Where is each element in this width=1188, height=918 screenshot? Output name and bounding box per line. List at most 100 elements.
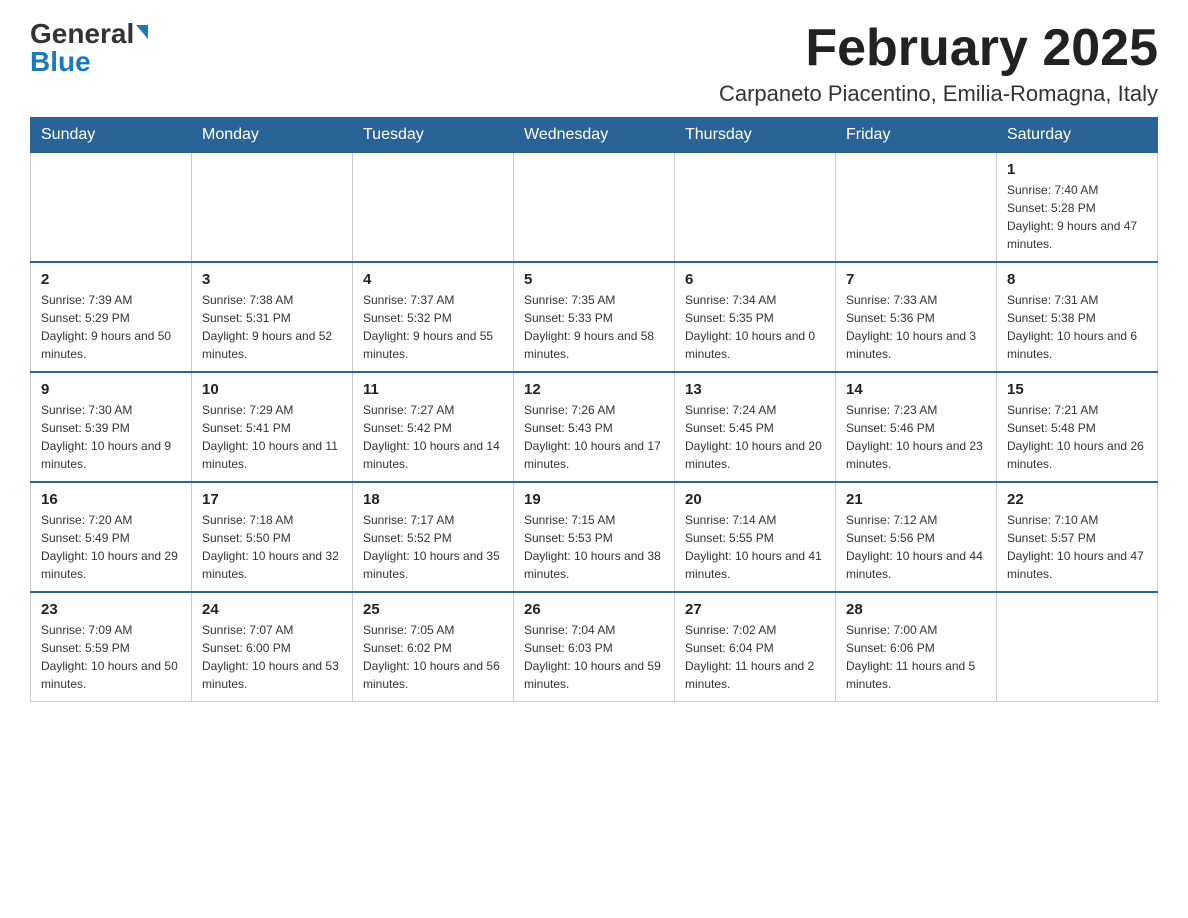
day-info: Sunrise: 7:00 AMSunset: 6:06 PMDaylight:…: [846, 621, 986, 693]
day-number: 14: [846, 381, 986, 398]
day-number: 5: [524, 271, 664, 288]
col-wednesday: Wednesday: [514, 118, 675, 153]
day-number: 13: [685, 381, 825, 398]
calendar-week-2: 2 Sunrise: 7:39 AMSunset: 5:29 PMDaylight…: [31, 262, 1158, 372]
logo-general-text: General: [30, 20, 134, 48]
day-number: 9: [41, 381, 181, 398]
day-info: Sunrise: 7:14 AMSunset: 5:55 PMDaylight:…: [685, 511, 825, 583]
table-cell: 12 Sunrise: 7:26 AMSunset: 5:43 PMDayligh…: [514, 372, 675, 482]
day-info: Sunrise: 7:17 AMSunset: 5:52 PMDaylight:…: [363, 511, 503, 583]
day-number: 26: [524, 601, 664, 618]
day-info: Sunrise: 7:40 AMSunset: 5:28 PMDaylight:…: [1007, 181, 1147, 253]
day-info: Sunrise: 7:35 AMSunset: 5:33 PMDaylight:…: [524, 291, 664, 363]
day-number: 23: [41, 601, 181, 618]
day-number: 12: [524, 381, 664, 398]
table-cell: 7 Sunrise: 7:33 AMSunset: 5:36 PMDaylight…: [836, 262, 997, 372]
day-number: 2: [41, 271, 181, 288]
col-friday: Friday: [836, 118, 997, 153]
day-number: 1: [1007, 161, 1147, 178]
day-info: Sunrise: 7:38 AMSunset: 5:31 PMDaylight:…: [202, 291, 342, 363]
day-info: Sunrise: 7:31 AMSunset: 5:38 PMDaylight:…: [1007, 291, 1147, 363]
table-cell: [192, 153, 353, 263]
col-sunday: Sunday: [31, 118, 192, 153]
day-number: 19: [524, 491, 664, 508]
day-number: 27: [685, 601, 825, 618]
day-number: 24: [202, 601, 342, 618]
table-cell: 27 Sunrise: 7:02 AMSunset: 6:04 PMDayligh…: [675, 592, 836, 702]
day-number: 4: [363, 271, 503, 288]
table-cell: 25Sunrise: 7:05 AMSunset: 6:02 PMDayligh…: [353, 592, 514, 702]
calendar-week-5: 23 Sunrise: 7:09 AMSunset: 5:59 PMDayligh…: [31, 592, 1158, 702]
table-cell: 26 Sunrise: 7:04 AMSunset: 6:03 PMDayligh…: [514, 592, 675, 702]
day-info: Sunrise: 7:07 AMSunset: 6:00 PMDaylight:…: [202, 621, 342, 693]
day-info: Sunrise: 7:24 AMSunset: 5:45 PMDaylight:…: [685, 401, 825, 473]
calendar-week-4: 16 Sunrise: 7:20 AMSunset: 5:49 PMDayligh…: [31, 482, 1158, 592]
day-info: Sunrise: 7:27 AMSunset: 5:42 PMDaylight:…: [363, 401, 503, 473]
day-info: Sunrise: 7:15 AMSunset: 5:53 PMDaylight:…: [524, 511, 664, 583]
table-cell: 2 Sunrise: 7:39 AMSunset: 5:29 PMDaylight…: [31, 262, 192, 372]
table-cell: 22 Sunrise: 7:10 AMSunset: 5:57 PMDayligh…: [997, 482, 1158, 592]
table-cell: 14Sunrise: 7:23 AMSunset: 5:46 PMDayligh…: [836, 372, 997, 482]
table-cell: 13 Sunrise: 7:24 AMSunset: 5:45 PMDayligh…: [675, 372, 836, 482]
table-cell: 28 Sunrise: 7:00 AMSunset: 6:06 PMDayligh…: [836, 592, 997, 702]
location-title: Carpaneto Piacentino, Emilia-Romagna, It…: [719, 81, 1158, 107]
table-cell: 4 Sunrise: 7:37 AMSunset: 5:32 PMDaylight…: [353, 262, 514, 372]
day-number: 22: [1007, 491, 1147, 508]
day-info: Sunrise: 7:20 AMSunset: 5:49 PMDaylight:…: [41, 511, 181, 583]
day-info: Sunrise: 7:30 AMSunset: 5:39 PMDaylight:…: [41, 401, 181, 473]
day-number: 20: [685, 491, 825, 508]
table-cell: 8Sunrise: 7:31 AMSunset: 5:38 PMDaylight…: [997, 262, 1158, 372]
table-cell: [997, 592, 1158, 702]
day-number: 10: [202, 381, 342, 398]
day-info: Sunrise: 7:18 AMSunset: 5:50 PMDaylight:…: [202, 511, 342, 583]
table-cell: 18 Sunrise: 7:17 AMSunset: 5:52 PMDayligh…: [353, 482, 514, 592]
day-info: Sunrise: 7:29 AMSunset: 5:41 PMDaylight:…: [202, 401, 342, 473]
table-cell: [514, 153, 675, 263]
day-number: 28: [846, 601, 986, 618]
day-number: 7: [846, 271, 986, 288]
table-cell: 9 Sunrise: 7:30 AMSunset: 5:39 PMDaylight…: [31, 372, 192, 482]
table-cell: 21Sunrise: 7:12 AMSunset: 5:56 PMDayligh…: [836, 482, 997, 592]
day-info: Sunrise: 7:12 AMSunset: 5:56 PMDaylight:…: [846, 511, 986, 583]
month-title: February 2025: [719, 20, 1158, 77]
day-info: Sunrise: 7:04 AMSunset: 6:03 PMDaylight:…: [524, 621, 664, 693]
day-info: Sunrise: 7:09 AMSunset: 5:59 PMDaylight:…: [41, 621, 181, 693]
logo: General Blue: [30, 20, 148, 76]
day-info: Sunrise: 7:05 AMSunset: 6:02 PMDaylight:…: [363, 621, 503, 693]
day-number: 3: [202, 271, 342, 288]
day-number: 6: [685, 271, 825, 288]
calendar-table: Sunday Monday Tuesday Wednesday Thursday…: [30, 117, 1158, 702]
day-number: 17: [202, 491, 342, 508]
table-cell: 23 Sunrise: 7:09 AMSunset: 5:59 PMDayligh…: [31, 592, 192, 702]
table-cell: 6Sunrise: 7:34 AMSunset: 5:35 PMDaylight…: [675, 262, 836, 372]
calendar-week-1: 1 Sunrise: 7:40 AMSunset: 5:28 PMDaylight…: [31, 153, 1158, 263]
table-cell: [836, 153, 997, 263]
table-cell: 5 Sunrise: 7:35 AMSunset: 5:33 PMDaylight…: [514, 262, 675, 372]
table-cell: [675, 153, 836, 263]
day-number: 18: [363, 491, 503, 508]
day-info: Sunrise: 7:10 AMSunset: 5:57 PMDaylight:…: [1007, 511, 1147, 583]
col-thursday: Thursday: [675, 118, 836, 153]
title-block: February 2025 Carpaneto Piacentino, Emil…: [719, 20, 1158, 107]
table-cell: 19 Sunrise: 7:15 AMSunset: 5:53 PMDayligh…: [514, 482, 675, 592]
table-cell: 17 Sunrise: 7:18 AMSunset: 5:50 PMDayligh…: [192, 482, 353, 592]
calendar-week-3: 9 Sunrise: 7:30 AMSunset: 5:39 PMDaylight…: [31, 372, 1158, 482]
day-info: Sunrise: 7:02 AMSunset: 6:04 PMDaylight:…: [685, 621, 825, 693]
day-info: Sunrise: 7:37 AMSunset: 5:32 PMDaylight:…: [363, 291, 503, 363]
day-number: 16: [41, 491, 181, 508]
table-cell: 1 Sunrise: 7:40 AMSunset: 5:28 PMDaylight…: [997, 153, 1158, 263]
day-info: Sunrise: 7:39 AMSunset: 5:29 PMDaylight:…: [41, 291, 181, 363]
day-info: Sunrise: 7:26 AMSunset: 5:43 PMDaylight:…: [524, 401, 664, 473]
table-cell: [31, 153, 192, 263]
logo-blue-text: Blue: [30, 48, 91, 76]
day-info: Sunrise: 7:33 AMSunset: 5:36 PMDaylight:…: [846, 291, 986, 363]
table-cell: 24 Sunrise: 7:07 AMSunset: 6:00 PMDayligh…: [192, 592, 353, 702]
calendar-header-row: Sunday Monday Tuesday Wednesday Thursday…: [31, 118, 1158, 153]
logo-arrow-icon: [136, 25, 148, 39]
page-header: General Blue February 2025 Carpaneto Pia…: [30, 20, 1158, 107]
day-info: Sunrise: 7:21 AMSunset: 5:48 PMDaylight:…: [1007, 401, 1147, 473]
table-cell: 3 Sunrise: 7:38 AMSunset: 5:31 PMDaylight…: [192, 262, 353, 372]
day-number: 15: [1007, 381, 1147, 398]
table-cell: 11 Sunrise: 7:27 AMSunset: 5:42 PMDayligh…: [353, 372, 514, 482]
day-number: 11: [363, 381, 503, 398]
